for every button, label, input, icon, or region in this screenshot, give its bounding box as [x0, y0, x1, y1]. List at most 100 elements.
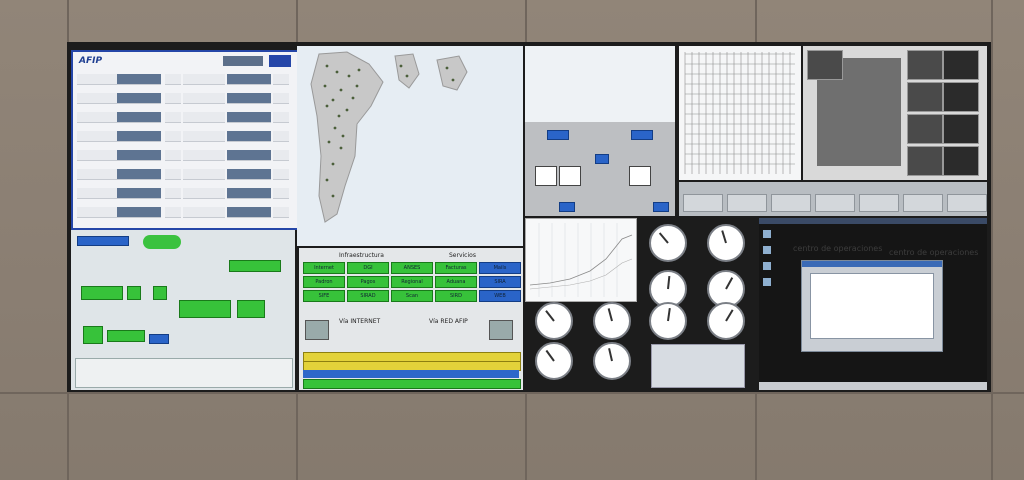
status-button[interactable]: SIRA	[479, 276, 521, 288]
stat-cell	[183, 74, 225, 85]
office-dot	[325, 104, 329, 108]
status-button[interactable]: SIFE	[303, 290, 345, 302]
afip-stats-panel: AFIP	[71, 50, 299, 230]
node-box	[81, 286, 123, 300]
office-dot	[335, 70, 339, 74]
server-icon	[559, 166, 581, 186]
office-dot	[325, 178, 329, 182]
afip-logo: AFIP	[79, 56, 103, 66]
office-dot	[341, 134, 345, 138]
stat-cell	[77, 93, 117, 104]
desktop-icons	[763, 230, 773, 320]
red-label: Vía RED AFIP	[429, 318, 468, 325]
server-node	[653, 202, 669, 212]
status-button[interactable]: SIRD	[435, 290, 477, 302]
desktop-icon[interactable]	[763, 278, 771, 286]
stat-cell	[273, 93, 289, 104]
office-dot	[331, 98, 335, 102]
status-button[interactable]: Facturas	[435, 262, 477, 274]
camera-feed[interactable]	[907, 82, 943, 112]
stat-cell	[77, 150, 117, 161]
region-shape	[436, 55, 468, 91]
status-button[interactable]: Mails	[479, 262, 521, 274]
stat-cell	[165, 74, 181, 85]
sensor-cell	[771, 194, 811, 212]
camera-feed[interactable]	[807, 50, 843, 80]
gauge	[649, 302, 687, 340]
status-button[interactable]: Pagos	[347, 276, 389, 288]
status-button[interactable]: DGI	[347, 262, 389, 274]
desktop-icon[interactable]	[763, 262, 771, 270]
office-dot	[331, 194, 335, 198]
header-bar	[223, 56, 263, 66]
stat-cell	[227, 188, 271, 199]
stat-cell	[227, 169, 271, 180]
stat-cell	[273, 169, 289, 180]
services-label: Servicios	[449, 252, 476, 259]
camera-feed[interactable]	[907, 146, 943, 176]
camera-grid-panel	[803, 46, 987, 180]
alert-row	[303, 370, 519, 378]
node-box	[127, 286, 141, 300]
sensor-cell	[947, 194, 987, 212]
server-node	[631, 130, 653, 140]
office-dot	[347, 74, 351, 78]
stat-cell	[183, 169, 225, 180]
stat-cell	[165, 93, 181, 104]
network-diagram-panel	[71, 230, 295, 390]
floor-plan-svg	[684, 52, 795, 174]
node-box	[179, 300, 231, 318]
gauge	[593, 342, 631, 380]
gauge-needle	[721, 230, 727, 244]
camera-feed[interactable]	[943, 114, 979, 144]
camera-feed[interactable]	[943, 50, 979, 80]
sensor-cell	[683, 194, 723, 212]
camera-feed[interactable]	[907, 50, 943, 80]
network-title-box	[77, 236, 129, 246]
cloud-shape	[143, 235, 181, 249]
server-topology-panel	[525, 46, 675, 216]
stat-cell	[77, 74, 117, 85]
stat-cell	[165, 169, 181, 180]
gauge-needle	[608, 348, 613, 362]
camera-feed[interactable]	[907, 114, 943, 144]
status-button[interactable]: Padron	[303, 276, 345, 288]
stat-cell	[183, 150, 225, 161]
gauge-needle	[545, 310, 555, 322]
camera-feed[interactable]	[943, 146, 979, 176]
server-node	[559, 202, 575, 212]
computer-icon	[305, 320, 329, 340]
stat-cell	[273, 112, 289, 123]
dialog-content	[810, 273, 934, 339]
stat-cell	[227, 150, 271, 161]
gauge	[707, 224, 745, 262]
services-status-panel: Infraestructura Servicios Internet DGI ANS…	[299, 248, 523, 390]
office-dot	[357, 68, 361, 72]
stat-cell	[165, 150, 181, 161]
desktop-icon[interactable]	[763, 246, 771, 254]
status-button[interactable]: WEB	[479, 290, 521, 302]
office-dot	[445, 66, 449, 70]
status-button[interactable]: Internet	[303, 262, 345, 274]
gauge-needle	[725, 309, 734, 322]
stat-cell	[165, 207, 181, 218]
server-icon	[535, 166, 557, 186]
infra-label: Infraestructura	[339, 252, 384, 259]
office-dot	[331, 162, 335, 166]
office-dot	[345, 108, 349, 112]
dialog-window[interactable]	[801, 260, 943, 352]
status-button[interactable]: Regional	[391, 276, 433, 288]
status-button[interactable]: ANSES	[391, 262, 433, 274]
status-button[interactable]: SIRAD	[347, 290, 389, 302]
desktop-watermark: centro de operaciones	[889, 248, 979, 257]
stat-cell	[77, 207, 117, 218]
stat-cell	[227, 93, 271, 104]
camera-feed[interactable]	[943, 82, 979, 112]
status-button[interactable]: Scan	[391, 290, 433, 302]
stat-cell	[165, 188, 181, 199]
status-button[interactable]: Aduana	[435, 276, 477, 288]
node-box	[229, 260, 281, 272]
desktop-icon[interactable]	[763, 230, 771, 238]
stat-cell	[165, 131, 181, 142]
taskbar[interactable]	[759, 382, 987, 390]
